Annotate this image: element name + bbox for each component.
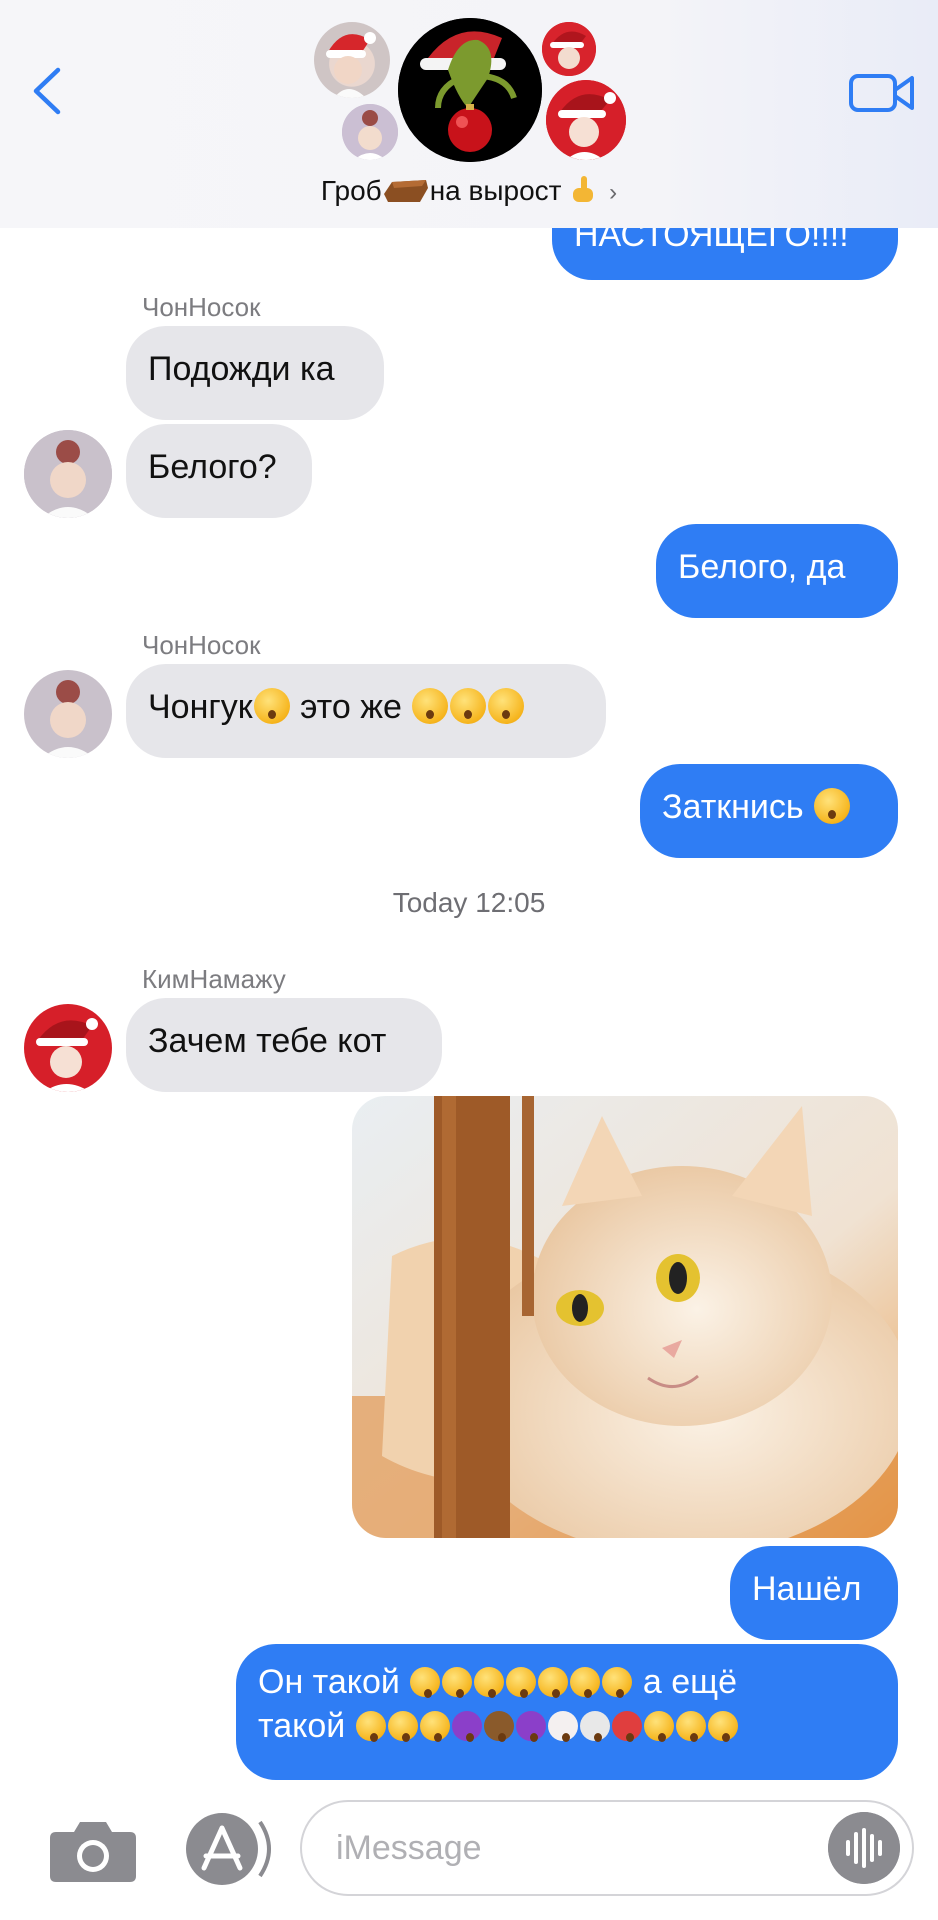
- cat-photo-message[interactable]: [352, 1096, 898, 1538]
- message-line-1: Он такой а ещё: [258, 1660, 876, 1704]
- sender-avatar[interactable]: [24, 670, 112, 758]
- skull-emoji-icon: [579, 1711, 610, 1742]
- woozy-face-emoji-icon: [474, 1667, 505, 1698]
- message-text: Чонгук: [148, 688, 253, 726]
- surprised-emoji-icon: [488, 688, 525, 724]
- audio-waveform-icon[interactable]: [828, 1812, 900, 1884]
- yawn-emoji-icon: [643, 1711, 674, 1742]
- party-face-emoji-icon: [442, 1667, 473, 1698]
- tongue-emoji-icon: [419, 1711, 450, 1742]
- message-text: Подожди ка: [148, 350, 335, 388]
- message-bubble-outgoing[interactable]: Белого, да: [656, 524, 898, 618]
- chevron-left-icon[interactable]: [28, 66, 68, 116]
- sender-avatar[interactable]: [24, 430, 112, 518]
- message-text: Зачем тебе кот: [148, 1022, 387, 1060]
- message-text-2: а ещё: [642, 1663, 737, 1701]
- zany-face-emoji-icon: [410, 1667, 441, 1698]
- message-text-3: такой: [258, 1707, 346, 1745]
- group-name-part1: Гроб: [320, 175, 382, 206]
- weary-emoji-icon: [707, 1711, 738, 1742]
- camera-icon[interactable]: [48, 1814, 138, 1884]
- relieved-emoji-icon: [538, 1667, 569, 1698]
- message-bubble-outgoing[interactable]: Заткнись: [640, 764, 898, 858]
- goblin-emoji-icon: [611, 1711, 642, 1742]
- message-bubble-incoming[interactable]: Белого?: [126, 424, 312, 518]
- group-member-avatar[interactable]: [542, 22, 596, 76]
- yum-emoji-icon: [355, 1711, 386, 1742]
- video-camera-icon[interactable]: [848, 70, 916, 114]
- app-store-icon[interactable]: [182, 1810, 274, 1888]
- message-bubble-incoming[interactable]: Зачем тебе кот: [126, 998, 442, 1092]
- poop-emoji-icon: [483, 1711, 514, 1742]
- group-member-avatar[interactable]: [342, 104, 398, 160]
- message-bubble-incoming[interactable]: Чонгук это же: [126, 664, 606, 758]
- mask-emoji-icon: [602, 1667, 633, 1698]
- coffin-icon: [383, 180, 428, 202]
- devil-emoji-icon: [515, 1711, 546, 1742]
- group-main-avatar[interactable]: [398, 18, 542, 162]
- message-bubble-incoming[interactable]: Подожди ка: [126, 326, 384, 420]
- sender-name: КимНамажу: [142, 964, 286, 994]
- message-bubble-outgoing[interactable]: Нашёл: [730, 1546, 898, 1640]
- sender-name: ЧонНосок: [142, 292, 261, 322]
- conversation-header: Гроб на вырост ›: [0, 0, 938, 228]
- message-text: Белого?: [148, 448, 277, 486]
- star-struck-emoji-icon: [387, 1711, 418, 1742]
- message-text-2: это же: [300, 688, 402, 726]
- scream-emoji-icon: [253, 688, 290, 724]
- group-name[interactable]: Гроб на вырост ›: [0, 174, 938, 207]
- slight-smile-emoji-icon: [506, 1667, 537, 1698]
- message-bubble-outgoing[interactable]: Он такой а ещё такой: [236, 1644, 898, 1780]
- sender-name: ЧонНосок: [142, 630, 261, 660]
- message-text: Нашёл: [752, 1570, 862, 1608]
- group-member-avatar[interactable]: [546, 80, 626, 160]
- group-member-avatar[interactable]: [314, 22, 390, 98]
- message-text: Заткнись: [662, 788, 804, 826]
- devil-emoji-icon: [451, 1711, 482, 1742]
- message-input[interactable]: [300, 1800, 914, 1896]
- timestamp: Today 12:05: [392, 887, 546, 918]
- no-mouth-emoji-icon: [570, 1667, 601, 1698]
- chevron-right-icon: ›: [609, 179, 618, 206]
- message-text: Белого, да: [678, 548, 846, 586]
- surprised-emoji-icon: [412, 688, 449, 724]
- point-up-icon: [573, 176, 594, 202]
- clown-emoji-icon: [547, 1711, 578, 1742]
- surprised-emoji-icon: [450, 688, 487, 724]
- message-line-2: такой: [258, 1704, 876, 1748]
- smiling-blush-emoji-icon: [814, 788, 851, 824]
- group-name-part2: на вырост: [429, 175, 562, 206]
- angry-emoji-icon: [675, 1711, 706, 1742]
- sender-avatar[interactable]: [24, 1004, 112, 1092]
- message-text: Он такой: [258, 1663, 400, 1701]
